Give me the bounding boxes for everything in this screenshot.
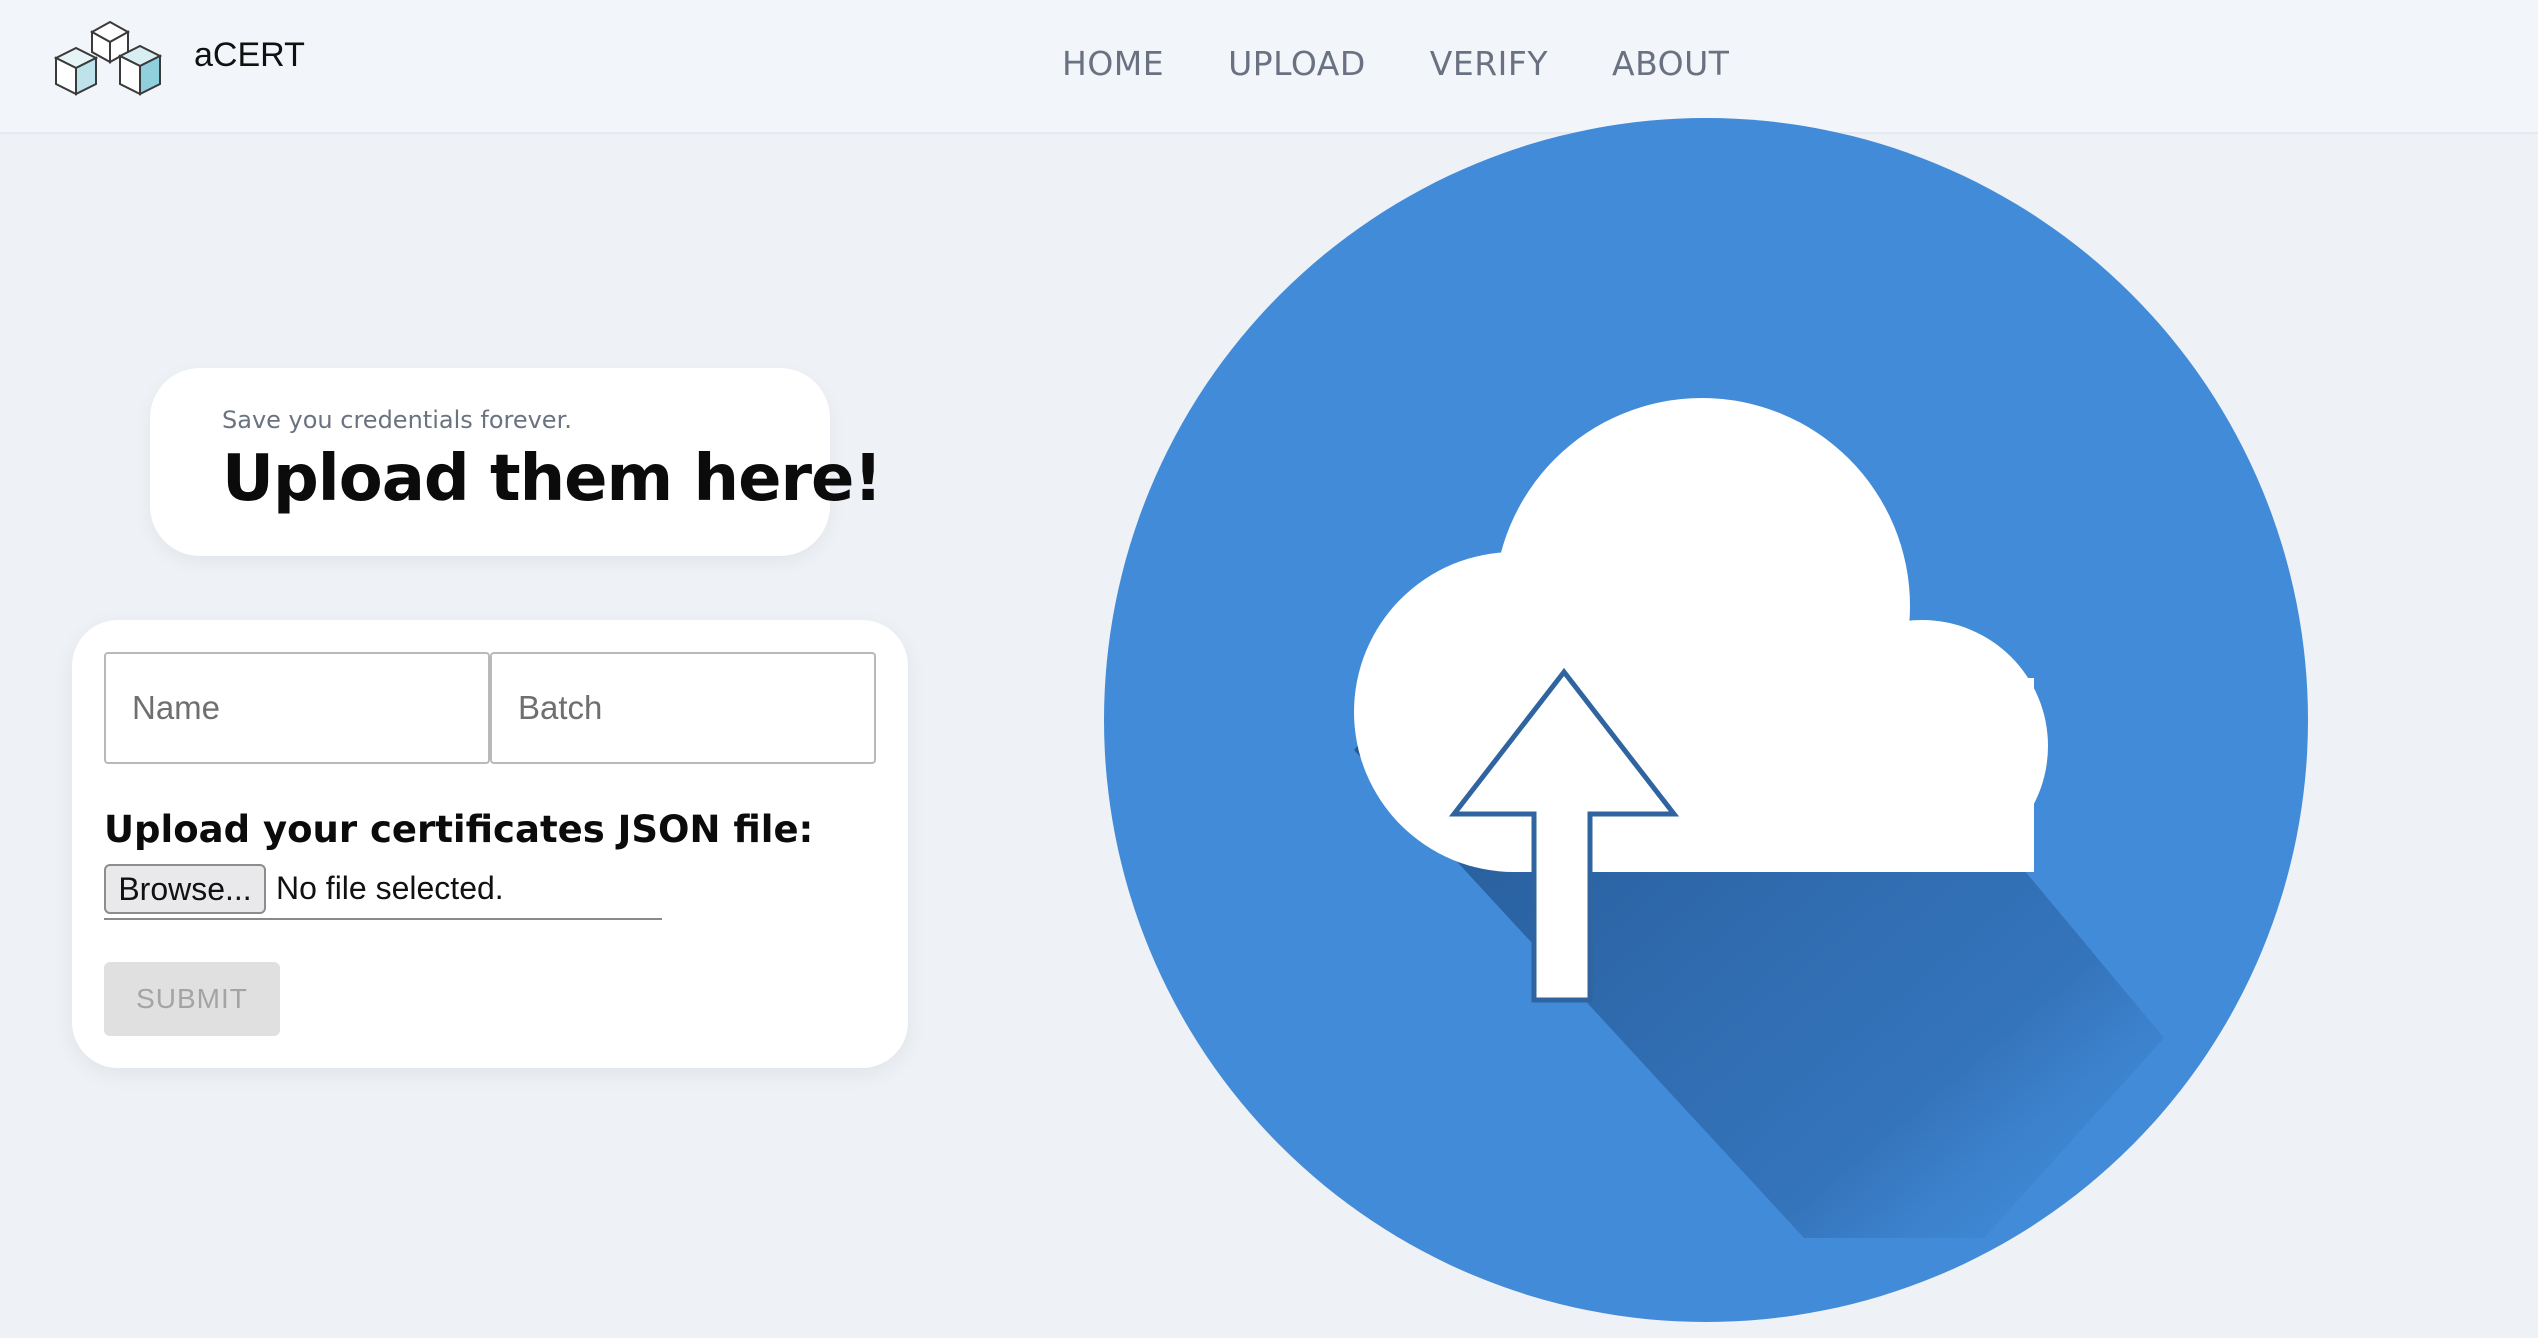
- file-picker: Browse... No file selected.: [104, 864, 662, 920]
- nav-upload-link[interactable]: UPLOAD: [1228, 44, 1366, 83]
- batch-input[interactable]: [490, 652, 876, 764]
- submit-button[interactable]: SUBMIT: [104, 962, 280, 1036]
- name-input[interactable]: [104, 652, 490, 764]
- cloud-upload-icon: [1104, 118, 2308, 1322]
- hero-subtitle: Save you credentials forever.: [222, 406, 572, 434]
- nav-verify-link[interactable]: VERIFY: [1430, 44, 1548, 83]
- nav-about-link[interactable]: ABOUT: [1612, 44, 1729, 83]
- nav-home-link[interactable]: HOME: [1062, 44, 1164, 83]
- brand-name[interactable]: aCERT: [194, 36, 305, 75]
- main-nav: HOME UPLOAD VERIFY ABOUT: [1062, 44, 1729, 83]
- upload-file-label: Upload your certificates JSON file:: [104, 808, 814, 851]
- file-status-text: No file selected.: [276, 870, 504, 906]
- upload-form-card: Upload your certificates JSON file: Brow…: [72, 620, 908, 1068]
- browse-button[interactable]: Browse...: [104, 864, 266, 914]
- hero-title: Upload them here!: [222, 442, 883, 516]
- top-navbar: aCERT HOME UPLOAD VERIFY ABOUT: [0, 0, 2538, 134]
- hero-card: Save you credentials forever. Upload the…: [150, 368, 883, 556]
- upload-page: aCERT HOME UPLOAD VERIFY ABOUT Save you …: [0, 0, 2538, 1338]
- cubes-logo-icon[interactable]: [50, 16, 166, 102]
